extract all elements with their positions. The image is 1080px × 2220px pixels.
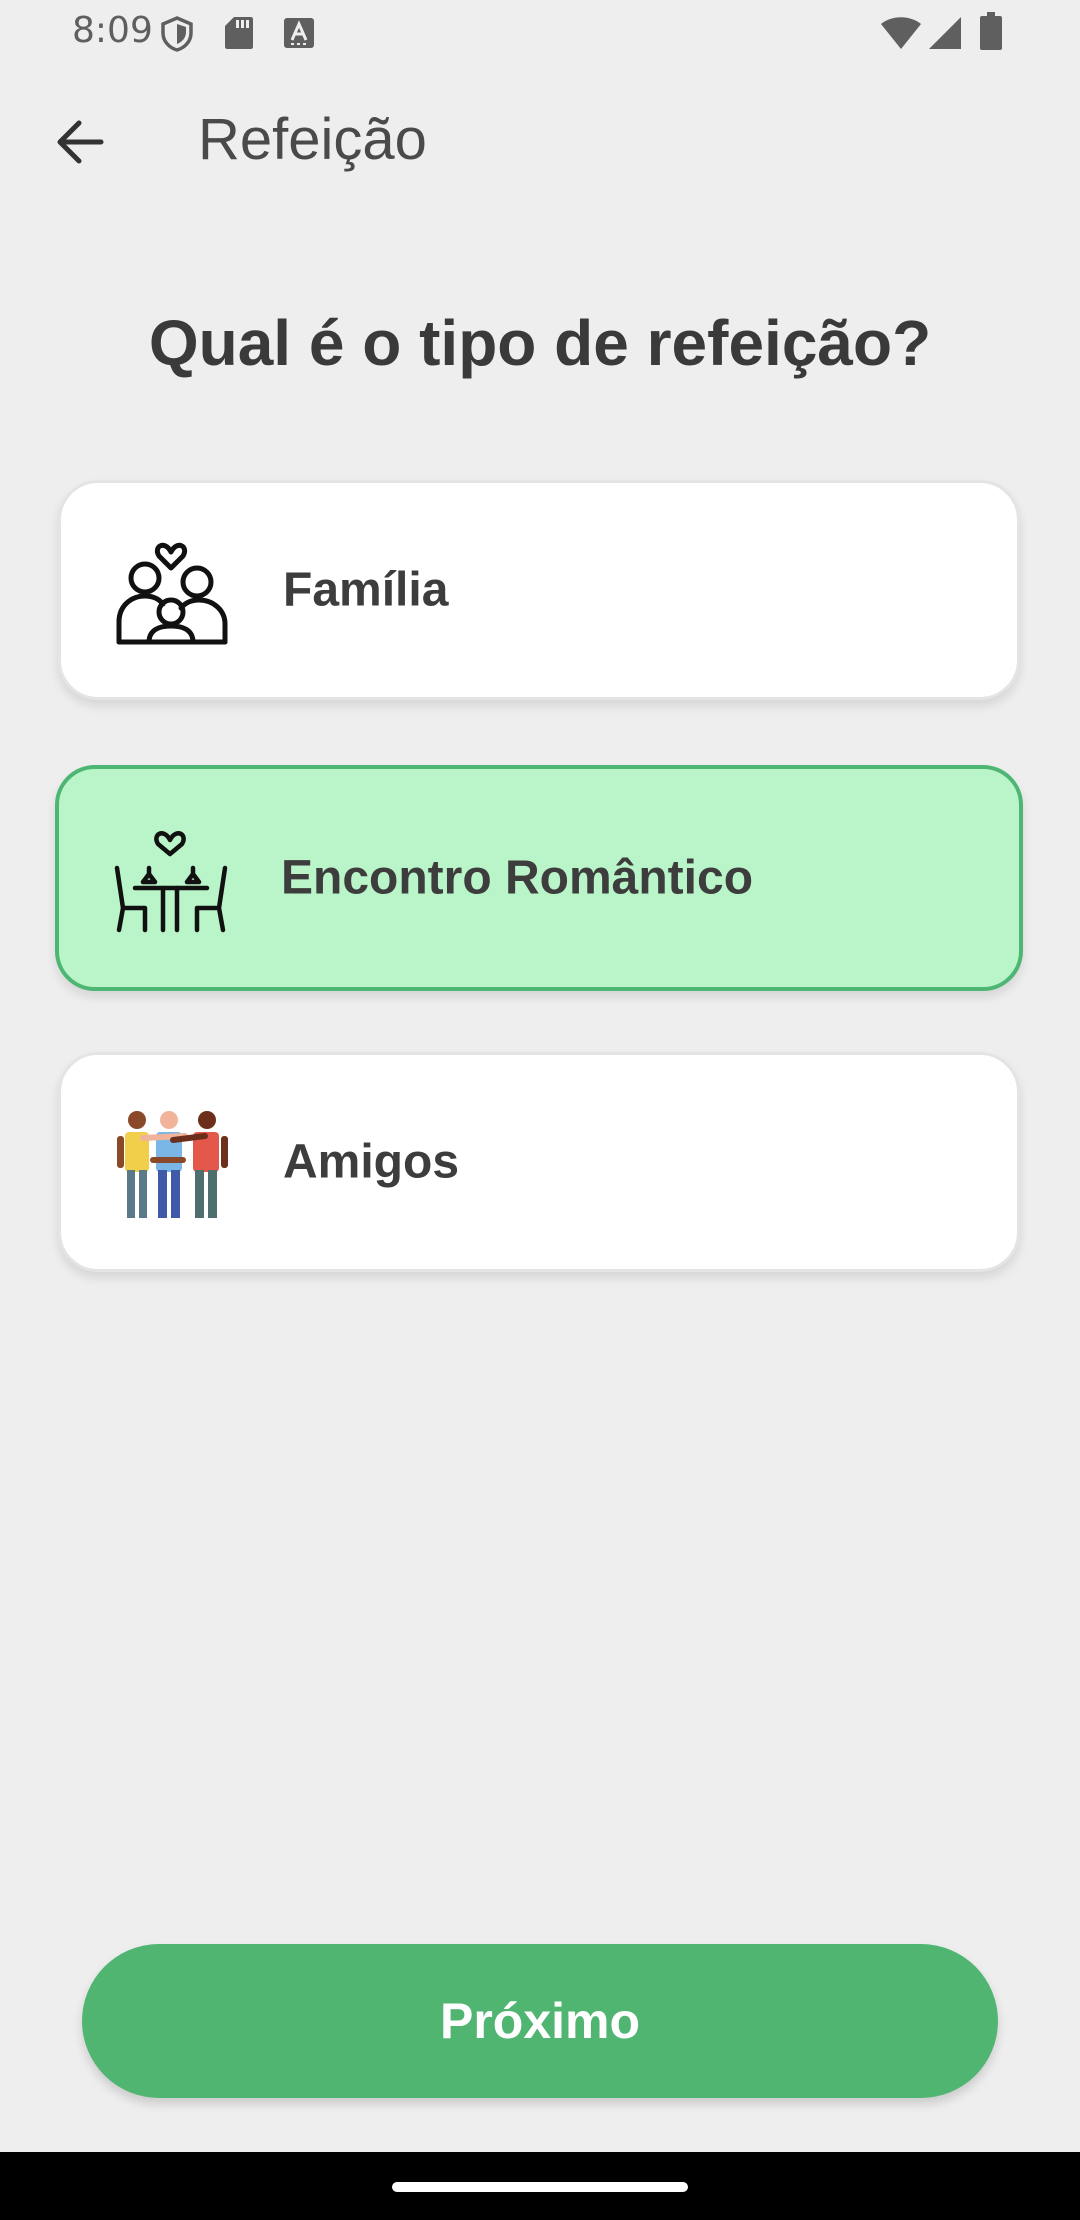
option-amigos[interactable]: Amigos bbox=[58, 1052, 1020, 1272]
arrow-left-icon bbox=[57, 120, 104, 164]
option-familia[interactable]: Família bbox=[58, 480, 1020, 700]
family-icon bbox=[116, 542, 228, 645]
status-bar: 8:09 bbox=[0, 0, 1080, 64]
friends-icon bbox=[117, 1111, 228, 1218]
question-heading: Qual é o tipo de refeição? bbox=[148, 307, 932, 379]
app-bar: Refeição bbox=[0, 80, 1080, 204]
next-button[interactable]: Próximo bbox=[82, 1944, 998, 2098]
option-label: Encontro Romântico bbox=[281, 851, 754, 905]
option-label: Família bbox=[283, 563, 449, 617]
sd-card-icon bbox=[225, 17, 253, 49]
system-nav-bar bbox=[0, 2152, 1080, 2220]
status-time: 8:09 bbox=[72, 10, 153, 51]
option-label: Amigos bbox=[283, 1135, 460, 1189]
home-gesture-handle[interactable] bbox=[392, 2182, 688, 2192]
wifi-icon bbox=[881, 17, 921, 49]
back-button[interactable] bbox=[40, 102, 120, 182]
signal-icon bbox=[929, 17, 961, 49]
romantic-dinner-icon bbox=[114, 831, 228, 933]
shield-icon bbox=[161, 16, 193, 52]
option-encontro-romantico[interactable]: Encontro Romântico bbox=[55, 765, 1023, 991]
keyboard-a-icon bbox=[284, 18, 314, 48]
battery-icon bbox=[980, 12, 1002, 50]
page-title: Refeição bbox=[198, 107, 427, 172]
